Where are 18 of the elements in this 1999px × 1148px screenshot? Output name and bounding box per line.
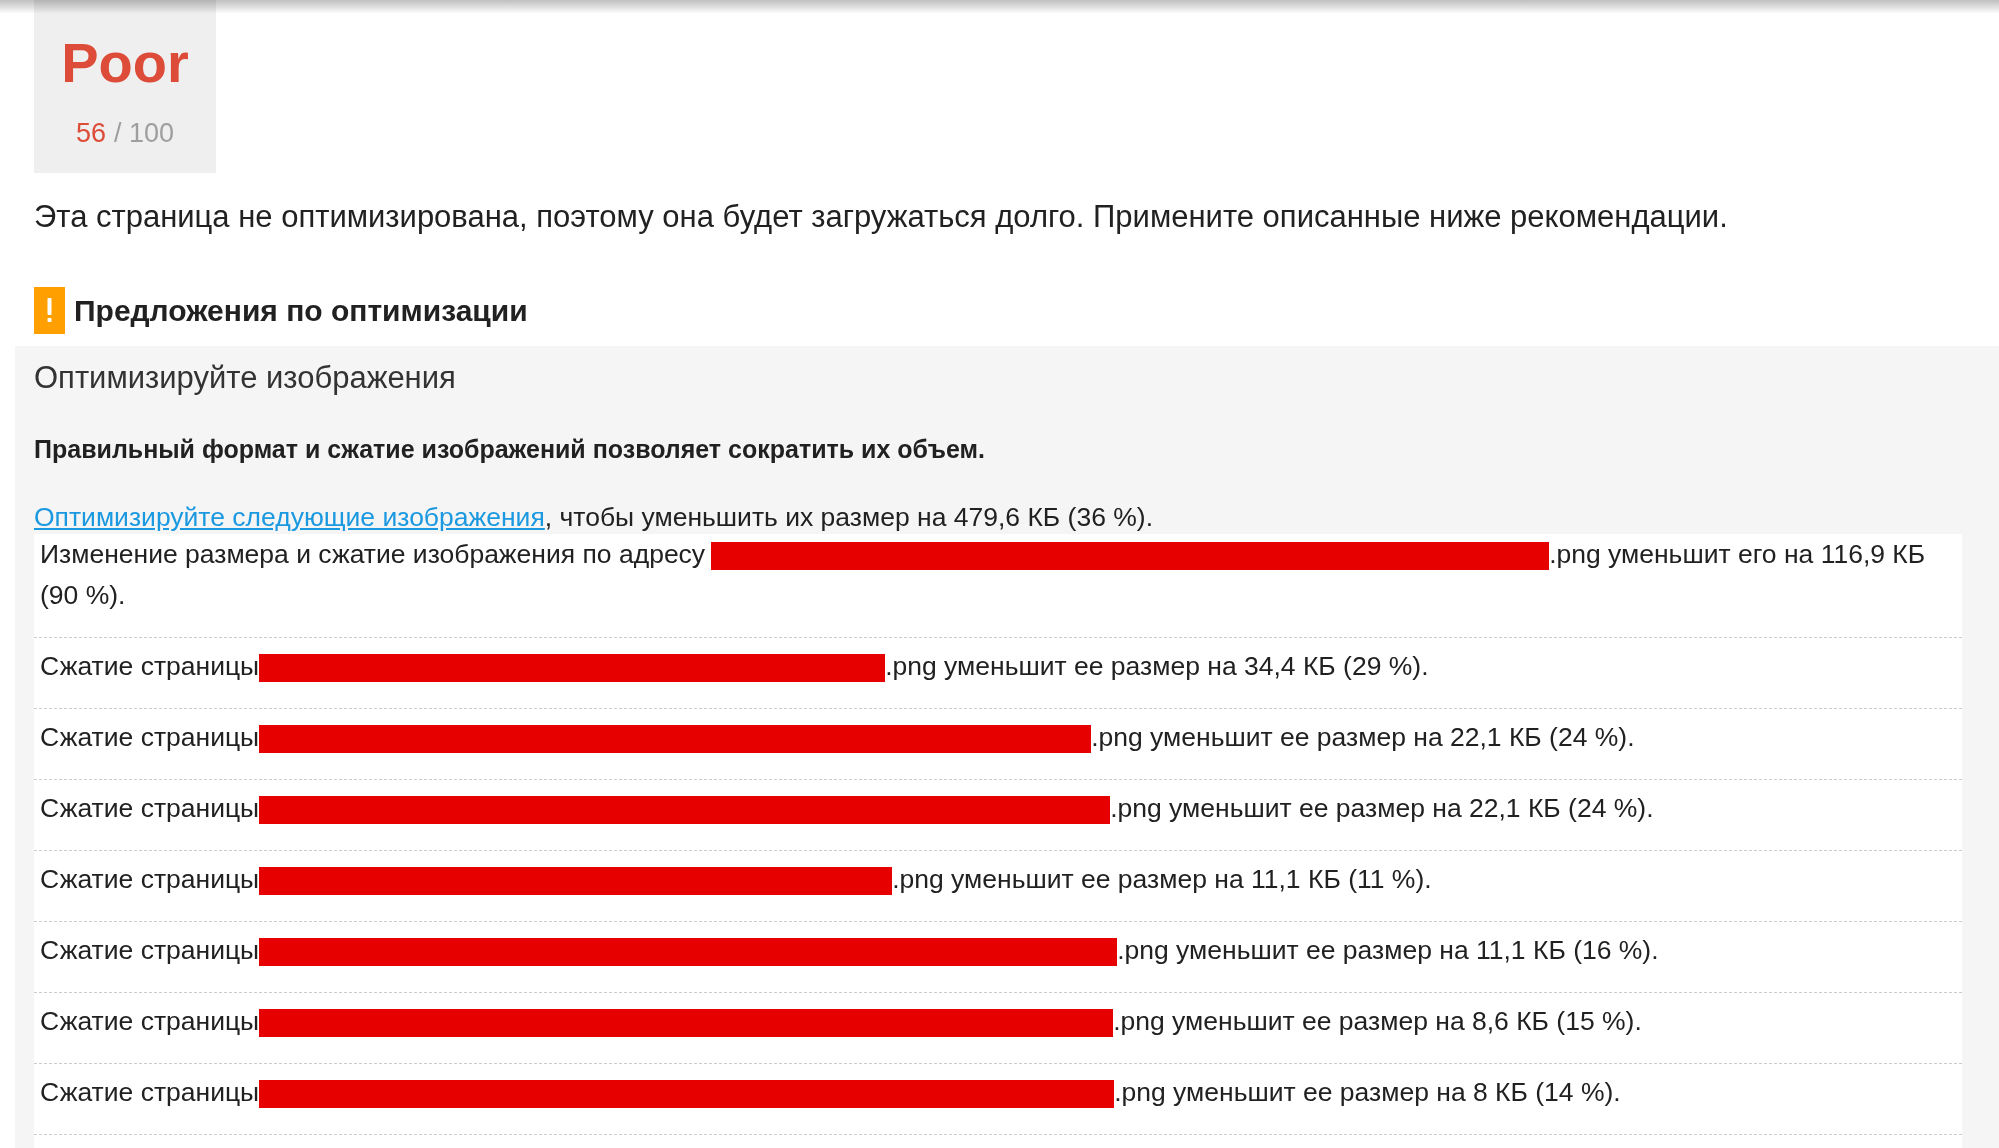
score-max: / 100 (114, 117, 175, 150)
section-heading: Предложения по оптимизации (74, 292, 528, 329)
rule-title: Оптимизируйте изображения (34, 359, 457, 397)
item-text: Сжатие страницы .png уменьшит ее размер на 22,1 КБ (24 %). (40, 721, 1636, 755)
item-text: Сжатие страницы .png уменьшит ее размер на 34,4 КБ (29 %). (40, 650, 1430, 684)
item-text: Сжатие страницы .png уменьшит ее размер на 11,1 КБ (16 %). (40, 934, 1660, 968)
summary-text: Эта страница не оптимизирована, поэтому она будет загружаться долго. Примените описанные ниже рекомендации. (34, 198, 1729, 236)
item-text: Сжатие страницы .png уменьшит ее размер на 11,1 КБ (11 %). (40, 863, 1433, 897)
item-text: Сжатие страницы .png уменьшит ее размер на 8,6 КБ (15 %). (40, 1005, 1643, 1039)
warning-icon (34, 287, 65, 334)
savings-text: Оптимизируйте следующие изображения, чтобы уменьшить их размер на 479,6 КБ (36 %). (34, 501, 1154, 534)
images-link[interactable]: Оптимизируйте следующие изображения (34, 502, 545, 532)
rule-summary: Правильный формат и сжатие изображений позволяет сократить их объем. (34, 434, 986, 465)
item-text: Сжатие страницы .png уменьшит ее размер на 22,1 КБ (24 %). (40, 792, 1655, 826)
item-text: Изменение размера и сжатие изображения по адресу .png уменьшит его на 116,9 КБ (90 %). (40, 538, 1927, 612)
score-rating: Poor (61, 31, 189, 95)
item-text: Сжатие страницы .png уменьшит ее размер на 8 КБ (14 %). (40, 1076, 1622, 1110)
score-value: 56 (75, 117, 106, 150)
